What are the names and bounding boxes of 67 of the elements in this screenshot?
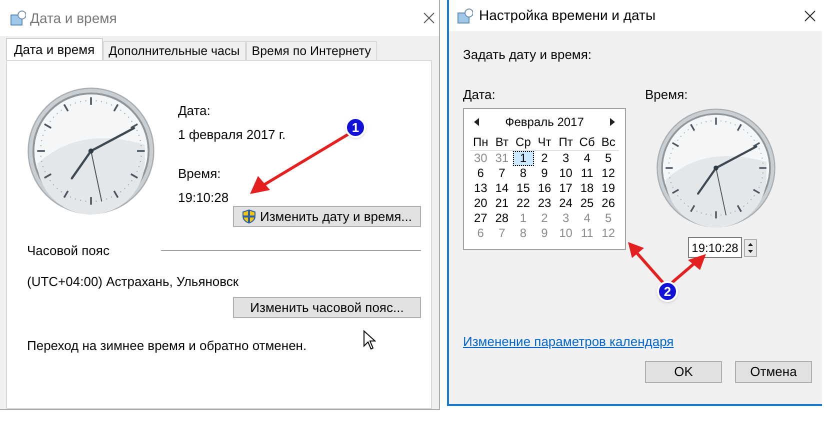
calendar-day[interactable]: 26 [598,196,619,211]
instruction-text: Задать дату и время: [463,46,592,64]
weekday-label: Вт [494,135,510,150]
previous-month-icon[interactable] [474,118,479,126]
cursor-icon [363,330,376,350]
weekday-label: Пн [472,135,490,150]
time-label: Время: [645,86,689,104]
timezone-value: (UTC+04:00) Астрахань, Ульяновск [27,272,239,291]
calendar-day[interactable]: 2 [534,151,556,166]
window-title: Дата и время [30,8,118,28]
calendar-day[interactable]: 1 [512,151,534,166]
calendar-day[interactable]: 23 [534,196,556,211]
calendar-day[interactable]: 17 [555,181,576,196]
weekday-label: Сб [578,135,596,150]
time-value: 19:10:28 [178,188,229,206]
close-icon[interactable] [804,10,816,22]
change-datetime-button[interactable]: Изменить дату и время... [233,206,421,227]
weekday-label: Чт [536,135,552,150]
calendar-day[interactable]: 27 [470,211,492,226]
calendar-day[interactable]: 7 [491,166,513,181]
time-label: Время: [178,165,221,183]
date-value: 1 февраля 2017 г. [178,126,286,144]
tab[interactable]: Время по Интернету [246,41,377,60]
dialog-button[interactable]: Отмена [735,360,812,382]
calendar-day[interactable]: 5 [598,151,619,166]
calendar-day[interactable]: 25 [576,196,598,211]
section-heading: Часовой пояс [27,242,110,260]
calendar-clock-icon [10,10,26,26]
calendar-clock-icon [457,8,473,24]
calendar-day[interactable]: 6 [470,166,492,181]
time-field[interactable]: 19:10:28 [688,237,742,258]
calendar-day[interactable]: 21 [491,196,513,211]
calendar-day[interactable]: 20 [470,196,492,211]
calendar-day[interactable]: 22 [512,196,534,211]
down-arrow-icon[interactable] [745,248,756,256]
dialog-button[interactable]: OK [645,360,722,382]
calendar-day[interactable]: 18 [576,181,598,196]
calendar-day[interactable]: 19 [598,181,619,196]
weekday-label: Ср [514,135,532,150]
calendar-day[interactable]: 3 [555,151,576,166]
month-title[interactable]: Февраль 2017 [505,113,584,131]
tab[interactable]: Дополнительные часы [102,41,246,60]
calendar-day[interactable]: 12 [598,166,619,181]
calendar-day[interactable]: 13 [470,181,492,196]
time-spinner[interactable] [744,238,757,256]
calendar-day[interactable]: 24 [555,196,576,211]
calendar-settings-link[interactable]: Изменение параметров календаря [463,332,674,352]
tab[interactable]: Дата и время [6,38,103,60]
calendar-day[interactable]: 10 [555,166,576,181]
calendar-day[interactable]: 9 [534,166,556,181]
date-label: Дата: [463,86,496,104]
next-month-icon[interactable] [610,118,615,126]
date-label: Дата: [178,102,210,120]
weekday-label: Вс [600,135,616,150]
calendar-day[interactable]: 11 [576,166,598,181]
dst-note: Переход на зимнее время и обратно отменен. [27,337,307,355]
close-icon[interactable] [423,12,435,24]
calendar-day[interactable]: 14 [491,181,513,196]
shield-icon [242,209,256,224]
calendar-day[interactable]: 15 [512,181,534,196]
calendar-day[interactable]: 8 [512,166,534,181]
change-timezone-button[interactable]: Изменить часовой пояс... [233,297,421,318]
window-title: Настройка времени и даты [479,6,657,25]
calendar-day[interactable]: 28 [491,211,513,226]
weekday-label: Пт [558,135,574,150]
calendar-day[interactable]: 16 [534,181,556,196]
calendar-day[interactable]: 4 [576,151,598,166]
